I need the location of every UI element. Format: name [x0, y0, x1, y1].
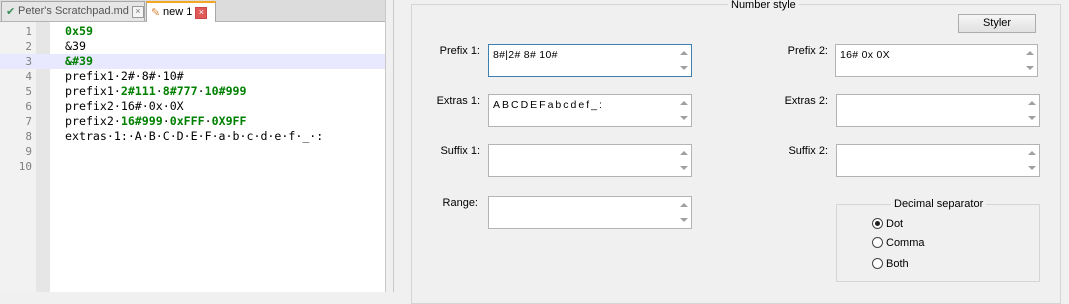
suffix2-scrollbar[interactable]: [1026, 146, 1038, 175]
tab-label: Peter's Scratchpad.md: [18, 5, 129, 17]
line-number: 10: [18, 160, 32, 173]
suffix2-field[interactable]: [836, 144, 1040, 177]
number-token: 16#999: [120, 114, 163, 128]
line-text: extras·1:·A·B·C·D·E·F·a·b·c·d·e·f·_·:: [65, 129, 323, 144]
tab-peters-scratchpad[interactable]: ✔ Peter's Scratchpad.md ×: [1, 1, 145, 21]
editor-line[interactable]: 3 &#39: [0, 54, 385, 69]
range-scrollbar[interactable]: [678, 198, 690, 227]
saved-check-icon: ✔: [6, 6, 16, 18]
line-text: &39: [65, 39, 86, 54]
suffix1-label: Suffix 1:: [440, 145, 480, 157]
radio-button[interactable]: [872, 218, 883, 229]
decimal-separator-title: Decimal separator: [891, 198, 987, 210]
line-text: 0x59: [65, 24, 93, 39]
range-label: Range:: [442, 197, 478, 209]
number-token: 0x59: [65, 24, 93, 38]
text-token: prefix2·16#·0x·0X: [65, 99, 184, 113]
radio-dot[interactable]: Dot: [872, 217, 903, 231]
editor-line[interactable]: 1 0x59: [0, 24, 385, 39]
editor-line[interactable]: 6 prefix2·16#·0x·0X: [0, 99, 385, 114]
prefix1-label: Prefix 1:: [439, 45, 480, 57]
prefix1-value: 8#|2# 8# 10#: [493, 49, 558, 61]
number-token: &#39: [65, 54, 93, 68]
pane-splitter[interactable]: [385, 0, 394, 292]
text-token: ·: [162, 114, 170, 128]
extras2-field[interactable]: [836, 94, 1040, 127]
line-number: 3: [25, 55, 32, 68]
prefix2-scrollbar[interactable]: [1024, 46, 1036, 75]
number-token: 2#111: [120, 84, 156, 98]
extras1-value: ABCDEFabcdef_:: [493, 99, 604, 111]
editor-pane: ✔ Peter's Scratchpad.md × ✎ new 1 × 1 0x59 2 &3…: [0, 0, 385, 292]
prefix2-label: Prefix 2:: [787, 45, 828, 57]
radio-label: Comma: [886, 237, 925, 249]
line-text: prefix1·2#·8#·10#: [65, 69, 184, 84]
text-token: prefix2·: [65, 114, 121, 128]
number-token: 8#777: [162, 84, 198, 98]
editor-line[interactable]: 8 extras·1:·A·B·C·D·E·F·a·b·c·d·e·f·_·:: [0, 129, 385, 144]
text-token: ·: [155, 84, 163, 98]
editor-line[interactable]: 4 prefix1·2#·8#·10#: [0, 69, 385, 84]
suffix1-scrollbar[interactable]: [678, 146, 690, 175]
line-number: 5: [25, 85, 32, 98]
radio-label: Both: [886, 258, 909, 270]
radio-button[interactable]: [872, 237, 883, 248]
line-text: prefix1·2#111·8#777·10#999: [65, 84, 247, 99]
tab-bar: ✔ Peter's Scratchpad.md × ✎ new 1 ×: [0, 0, 385, 22]
suffix2-label: Suffix 2:: [788, 145, 828, 157]
number-token: 10#999: [204, 84, 247, 98]
group-title: Number style: [728, 0, 799, 11]
extras1-scrollbar[interactable]: [678, 96, 690, 125]
line-number: 2: [25, 40, 32, 53]
radio-both[interactable]: Both: [872, 257, 909, 271]
text-token: ·: [204, 114, 212, 128]
radio-button[interactable]: [872, 258, 883, 269]
line-number: 6: [25, 100, 32, 113]
styler-button[interactable]: Styler: [958, 14, 1036, 33]
decimal-separator-group: Decimal separator Dot Comma Both: [836, 198, 1040, 282]
prefix2-field[interactable]: 16# 0x 0X: [835, 44, 1038, 77]
radio-label: Dot: [886, 218, 904, 230]
number-token: 0X9FF: [211, 114, 247, 128]
range-field[interactable]: [488, 196, 692, 229]
line-number: 9: [25, 145, 32, 158]
editor-line[interactable]: 9: [0, 144, 385, 159]
number-token: 0xFFF: [169, 114, 205, 128]
editor-line[interactable]: 5 prefix1·2#111·8#777·10#999: [0, 84, 385, 99]
suffix1-field[interactable]: [488, 144, 692, 177]
line-text: prefix2·16#999·0xFFF·0X9FF: [65, 114, 247, 129]
editor-line[interactable]: 2 &39: [0, 39, 385, 54]
extras1-label: Extras 1:: [436, 95, 480, 107]
tab-new-1[interactable]: ✎ new 1 ×: [146, 1, 216, 22]
text-token: prefix1·: [65, 84, 121, 98]
extras2-scrollbar[interactable]: [1026, 96, 1038, 125]
radio-comma[interactable]: Comma: [872, 236, 925, 250]
line-number: 1: [25, 25, 32, 38]
number-style-dialog: Number style Styler Prefix 1: 8#|2# 8# 1…: [394, 0, 1069, 304]
extras2-label: Extras 2:: [784, 95, 828, 107]
close-icon[interactable]: ×: [131, 6, 144, 18]
text-token: ·: [197, 84, 205, 98]
line-number: 4: [25, 70, 32, 83]
text-token: &39: [65, 39, 86, 53]
pencil-icon: ✎: [151, 7, 161, 19]
close-icon[interactable]: ×: [195, 7, 208, 19]
prefix2-value: 16# 0x 0X: [840, 49, 890, 61]
text-token: extras·1:·A·B·C·D·E·F·a·b·c·d·e·f·_·:: [65, 129, 324, 143]
line-number: 7: [25, 115, 32, 128]
editor-line[interactable]: 7 prefix2·16#999·0xFFF·0X9FF: [0, 114, 385, 129]
text-token: prefix1·2#·8#·10#: [65, 69, 184, 83]
prefix1-field[interactable]: 8#|2# 8# 10#: [488, 44, 692, 77]
editor-line[interactable]: 10: [0, 159, 385, 174]
extras1-field[interactable]: ABCDEFabcdef_:: [488, 94, 692, 127]
line-number: 8: [25, 130, 32, 143]
line-text: prefix2·16#·0x·0X: [65, 99, 184, 114]
line-text: &#39: [65, 54, 93, 69]
prefix1-scrollbar[interactable]: [678, 46, 690, 75]
tab-label: new 1: [163, 6, 193, 18]
